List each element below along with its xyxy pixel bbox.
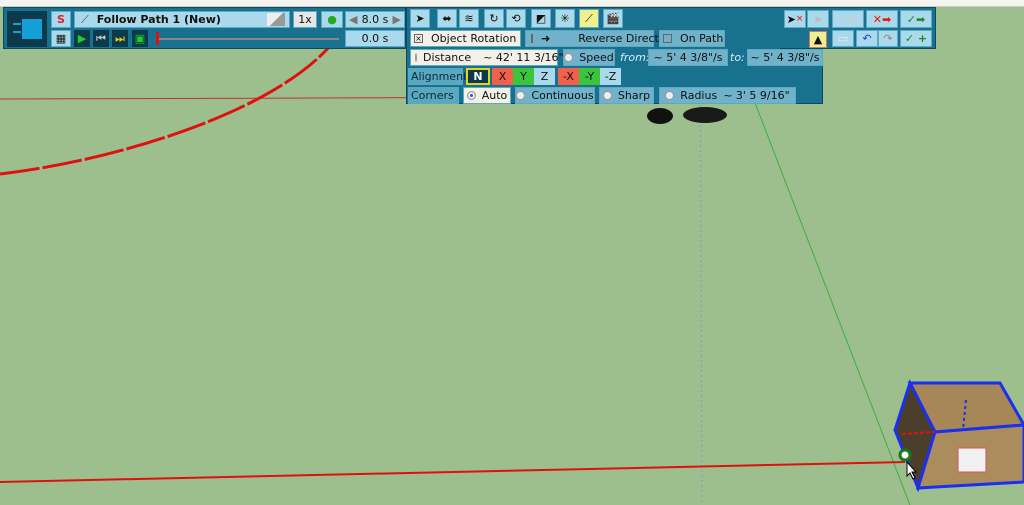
duration-stepper[interactable]: ◀ 8.0 s ▶ <box>345 11 405 28</box>
speed-multiplier-button[interactable]: 1x <box>293 11 317 28</box>
align-z-button[interactable]: Z <box>534 68 555 85</box>
ladybug-icon[interactable]: ● <box>321 11 343 28</box>
on-path-checkbox[interactable]: On Path <box>659 30 725 47</box>
green-axis <box>751 94 911 505</box>
on-path-label: On Path <box>680 32 724 45</box>
top-strip <box>0 0 1024 7</box>
timeline-handle[interactable] <box>156 32 159 45</box>
play-icon[interactable]: ▶ <box>74 30 90 47</box>
distance-value: ~ 42' 11 3/16" <box>483 51 564 64</box>
calculator-icon[interactable]: ▦ <box>51 30 71 47</box>
actions-panel: ➤ × ➤ ▲ ✓➡ ✕➡ ✓➡ ▭ ↶ ↷ ✓ + <box>780 7 936 49</box>
explode-icon[interactable]: ✳ <box>555 9 575 28</box>
path-curve <box>0 39 337 176</box>
speed-label: Speed <box>579 51 614 64</box>
sharp-label: Sharp <box>617 89 651 102</box>
corners-continuous-radio[interactable]: Continuous <box>515 87 595 104</box>
rewind-icon[interactable]: ⏮ <box>93 30 109 47</box>
corners-radius-radio[interactable]: Radius ~ 3' 5 9/16" <box>659 87 796 104</box>
path-title-field[interactable]: ⟋ Follow Path 1 (New) <box>74 11 290 28</box>
figure-feet <box>647 107 727 124</box>
deselect-icon[interactable]: ➤ × <box>784 10 806 28</box>
align-n-button[interactable]: N <box>466 68 490 85</box>
path-start-marker <box>898 448 912 462</box>
to-label: to: <box>730 51 745 64</box>
from-speed-field[interactable]: ~ 5' 4 3/8"/s <box>648 49 728 66</box>
record-icon[interactable]: ▣ <box>132 30 148 47</box>
to-speed-field[interactable]: ~ 5' 4 3/8"/s <box>747 49 823 66</box>
radius-value: ~ 3' 5 9/16" <box>723 89 790 102</box>
speed-radio[interactable]: Speed <box>563 49 615 66</box>
animation-panel: S ▦ ⟋ Follow Path 1 (New) 1x ● ◀ 8.0 s ▶ ▶ … <box>3 7 406 49</box>
options-panel: ➤ ⬌ ≋ ↻ ⟲ ◩ ✳ ⟋ 🎬 × Object Rotation ➜ Reve… <box>406 7 823 104</box>
auto-label: Auto <box>481 89 508 102</box>
path-icon: ⟋ <box>81 12 89 26</box>
from-label: from: <box>620 51 650 64</box>
select-icon[interactable]: ➤ <box>410 9 430 28</box>
corners-sharp-radio[interactable]: Sharp <box>599 87 654 104</box>
path-title: Follow Path 1 (New) <box>96 13 221 26</box>
scale-icon[interactable]: ◩ <box>531 9 551 28</box>
distance-radio[interactable]: Distance ~ 42' 11 3/16" <box>410 49 564 66</box>
apply-next-icon[interactable]: ✓➡ <box>832 10 864 28</box>
sketchup-logo-icon[interactable]: S <box>51 11 71 28</box>
rotate-icon[interactable]: ↻ <box>484 9 504 28</box>
corners-auto-radio[interactable]: Auto <box>463 87 511 104</box>
reverse-direction-checkbox[interactable]: ➜ Reverse Direction <box>525 30 676 47</box>
ok-add-icon[interactable]: ✓ + <box>900 30 932 47</box>
align-y-button[interactable]: Y <box>513 68 534 85</box>
radius-label: Radius <box>680 89 718 102</box>
copy-icon[interactable]: ▭ <box>832 30 854 47</box>
ok-next-icon[interactable]: ✓➡ <box>900 10 932 28</box>
continuous-label: Continuous <box>531 89 594 102</box>
undo-icon[interactable]: ↶ <box>856 30 878 47</box>
timeline-slider[interactable] <box>156 32 339 45</box>
current-time-field[interactable]: 0.0 s <box>345 30 405 47</box>
step-end-icon[interactable]: ⏭ <box>112 30 128 47</box>
orbit-icon[interactable]: ⟲ <box>506 9 526 28</box>
follow-path-icon[interactable]: ⟋ <box>579 9 599 28</box>
collapse-icon[interactable]: ▲ <box>809 31 827 48</box>
move-icon[interactable]: ⬌ <box>437 9 457 28</box>
duration-value: 8.0 s <box>361 13 389 26</box>
path-line <box>0 461 906 483</box>
clapper-icon[interactable]: 🎬 <box>603 9 623 28</box>
pick-icon[interactable]: ➤ <box>807 10 829 28</box>
align-neg-y-button[interactable]: -Y <box>579 68 600 85</box>
cancel-next-icon[interactable]: ✕➡ <box>866 10 898 28</box>
app-logo-icon <box>7 11 47 47</box>
redo-icon[interactable]: ↷ <box>878 30 898 47</box>
align-x-button[interactable]: X <box>492 68 513 85</box>
object-rotation-checkbox[interactable]: × Object Rotation <box>410 30 521 47</box>
align-neg-z-button[interactable]: -Z <box>600 68 621 85</box>
align-neg-x-button[interactable]: -X <box>558 68 579 85</box>
object-rotation-label: Object Rotation <box>431 32 517 45</box>
alignment-label: Alignment <box>408 68 467 85</box>
distance-label: Distance <box>423 51 472 64</box>
spring-icon[interactable]: ≋ <box>459 9 479 28</box>
corners-label: Corners <box>408 87 459 104</box>
